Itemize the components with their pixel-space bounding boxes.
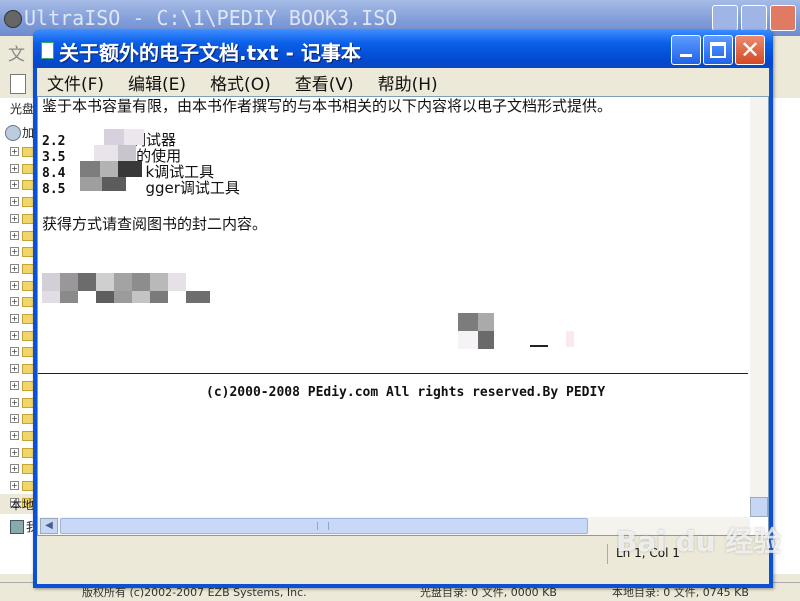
redacted-block <box>80 177 102 191</box>
redacted-block <box>478 331 494 349</box>
scroll-left-button[interactable]: ◀ <box>40 518 58 534</box>
redacted-block <box>42 273 60 291</box>
expand-icon[interactable]: + <box>10 364 19 374</box>
expand-icon[interactable]: + <box>10 430 19 440</box>
redacted-block <box>96 273 114 291</box>
notepad-titlebar[interactable]: 关于额外的电子文档.txt - 记事本 ✕ <box>33 30 773 68</box>
expand-icon[interactable]: + <box>10 297 19 307</box>
redacted-block <box>96 291 114 303</box>
scroll-down-button[interactable] <box>750 497 768 517</box>
ultraiso-title: UltraISO - C:\1\PEDIY BOOK3.ISO <box>24 6 398 30</box>
minimize-icon <box>680 54 692 57</box>
expand-icon[interactable]: + <box>10 163 19 173</box>
notepad-client: 文件(F) 编辑(E) 格式(O) 查看(V) 帮助(H) 鉴于本书容量有限，由… <box>37 68 769 584</box>
disc-icon <box>5 125 21 141</box>
expand-icon[interactable]: + <box>10 414 19 424</box>
redacted-block <box>118 161 142 177</box>
expand-icon[interactable]: + <box>10 314 19 323</box>
redacted-block <box>60 291 78 303</box>
redacted-block <box>80 161 100 177</box>
horizontal-scroll-thumb[interactable] <box>60 518 588 534</box>
expand-icon[interactable]: + <box>10 464 19 474</box>
expand-icon[interactable]: + <box>10 397 19 407</box>
expand-icon[interactable]: + <box>10 330 19 340</box>
ultraiso-minimize-button[interactable] <box>712 5 738 31</box>
new-file-icon[interactable] <box>10 74 26 94</box>
menu-edit[interactable]: 编辑(E) <box>128 70 186 95</box>
local-pane-label: 本地 <box>10 498 35 512</box>
baidu-watermark: Bai du 经验 <box>616 525 782 558</box>
redacted-block <box>132 291 150 303</box>
expand-icon[interactable]: + <box>10 197 19 207</box>
text-line-footer: (c)2000-2008 PEdiy.com All rights reserv… <box>206 385 606 400</box>
redacted-block <box>118 145 136 161</box>
grip-icon <box>317 522 329 530</box>
redacted-block <box>168 273 186 291</box>
redacted-block <box>458 331 478 349</box>
ultraiso-file-list[interactable] <box>772 98 800 574</box>
notepad-minimize-button[interactable] <box>671 35 701 65</box>
expand-icon[interactable]: + <box>10 481 19 490</box>
vertical-scrollbar[interactable] <box>750 97 768 517</box>
redacted-block <box>94 145 118 161</box>
notepad-menubar: 文件(F) 编辑(E) 格式(O) 查看(V) 帮助(H) <box>37 68 769 96</box>
redacted-block <box>530 345 548 347</box>
redacted-block <box>478 313 494 331</box>
expand-icon[interactable]: + <box>10 380 19 390</box>
redacted-block <box>100 161 118 177</box>
expand-icon[interactable]: + <box>10 347 19 357</box>
expand-icon[interactable]: + <box>10 263 19 273</box>
ultraiso-maximize-button[interactable] <box>741 5 767 31</box>
menu-format[interactable]: 格式(O) <box>210 70 271 95</box>
close-icon: ✕ <box>739 36 761 64</box>
ultraiso-close-button[interactable] <box>770 5 796 31</box>
redacted-block <box>114 273 132 291</box>
text-line-access: 获得方式请查阅图书的封二内容。 <box>42 215 268 233</box>
expand-icon[interactable]: + <box>10 213 19 223</box>
notepad-maximize-button[interactable] <box>703 35 733 65</box>
iso-pane-label: 光盘 <box>10 102 35 116</box>
expand-icon[interactable]: + <box>10 280 19 290</box>
redacted-block <box>42 291 60 303</box>
redacted-block <box>186 291 210 303</box>
redacted-block <box>124 129 144 145</box>
expand-icon[interactable]: + <box>10 147 19 156</box>
notepad-app-icon <box>41 42 54 59</box>
notepad-text-area[interactable]: 鉴于本书容量有限，由本书作者撰写的与本书相关的以下内容将以电子文档形式提供。 2… <box>37 96 769 536</box>
redacted-block <box>114 291 132 303</box>
redacted-block <box>458 313 478 331</box>
expand-icon[interactable]: + <box>10 447 19 457</box>
redacted-block <box>102 177 126 191</box>
computer-icon <box>10 520 24 534</box>
expand-icon[interactable]: + <box>10 180 19 190</box>
menu-view[interactable]: 查看(V) <box>295 70 354 95</box>
separator-line <box>38 373 748 374</box>
redacted-block <box>150 291 168 303</box>
redacted-block <box>60 273 78 291</box>
redacted-block <box>150 273 168 291</box>
redacted-block <box>566 331 574 347</box>
text-line-intro: 鉴于本书容量有限，由本书作者撰写的与本书相关的以下内容将以电子文档形式提供。 <box>42 97 613 115</box>
notepad-title: 关于额外的电子文档.txt - 记事本 <box>59 41 361 65</box>
item-title: gger调试工具 <box>145 179 240 197</box>
redacted-block <box>78 273 96 291</box>
ultraiso-menu-file[interactable]: 文 <box>8 40 25 65</box>
redacted-block <box>104 129 124 145</box>
notepad-window: 关于额外的电子文档.txt - 记事本 ✕ 文件(F) 编辑(E) 格式(O) … <box>33 30 773 588</box>
redacted-block <box>132 273 150 291</box>
ultraiso-app-icon <box>4 10 22 28</box>
menu-help[interactable]: 帮助(H) <box>378 70 438 95</box>
expand-icon[interactable]: + <box>10 247 19 257</box>
maximize-icon <box>710 42 726 58</box>
menu-file[interactable]: 文件(F) <box>47 70 104 95</box>
item-number: 8.5 <box>42 182 66 197</box>
expand-icon[interactable]: + <box>10 230 19 240</box>
text-line-item-4: 8.5 gger调试工具 <box>42 177 240 198</box>
notepad-close-button[interactable]: ✕ <box>735 35 765 65</box>
